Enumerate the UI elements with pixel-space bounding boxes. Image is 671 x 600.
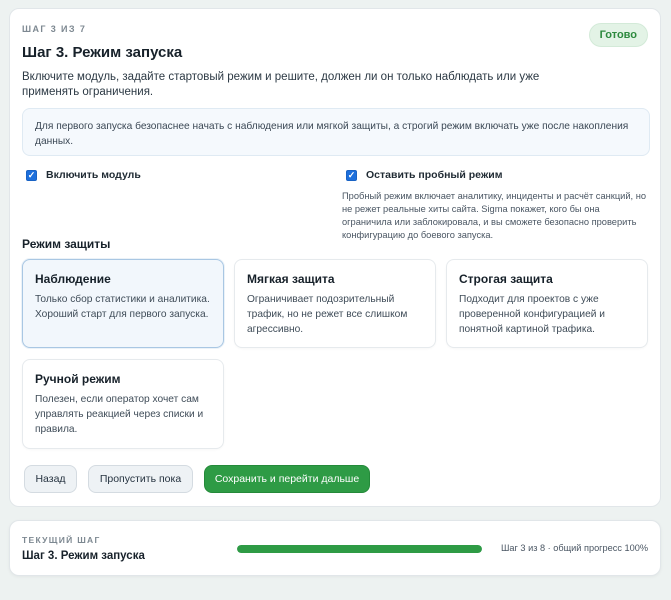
back-button[interactable]: Назад (24, 465, 77, 493)
checkbox-checked-icon[interactable]: ✓ (346, 169, 357, 181)
status-badge: Готово (588, 23, 648, 47)
skip-button[interactable]: Пропустить пока (88, 465, 193, 493)
save-and-continue-button[interactable]: Сохранить и перейти дальше (204, 465, 370, 493)
trial-mode-description: Пробный режим включает аналитику, инциде… (342, 191, 647, 240)
trial-mode-checkbox[interactable]: ✓ Оставить пробный режим (346, 169, 503, 181)
checkbox-checked-icon[interactable]: ✓ (26, 169, 37, 181)
mode-card-strict[interactable]: Строгая защита Подходит для проектов с у… (446, 259, 648, 348)
current-step-title: Шаг 3. Режим запуска (22, 550, 145, 562)
progress-bar-fill (237, 545, 482, 553)
enable-module-checkbox[interactable]: ✓ Включить модуль (26, 169, 141, 181)
mode-card-description: Только сбор статистики и аналитика. Хоро… (35, 294, 210, 320)
mode-card-manual[interactable]: Ручной режим Полезен, если оператор хоче… (22, 359, 224, 449)
mode-card-observation[interactable]: Наблюдение Только сбор статистики и анал… (22, 259, 224, 348)
wizard-step-card: Шаг 3 из 7 Готово Шаг 3. Режим запуска В… (9, 8, 661, 507)
trial-mode-label: Оставить пробный режим (366, 169, 503, 181)
progress-bar (237, 545, 482, 553)
current-step-label: Текущий шаг (22, 535, 101, 545)
mode-card-title: Строгая защита (459, 272, 553, 286)
protection-mode-heading: Режим защиты (22, 237, 111, 251)
step-counter-label: Шаг 3 из 7 (22, 24, 87, 34)
mode-card-description: Подходит для проектов с уже проверенной … (459, 294, 605, 335)
mode-card-title: Наблюдение (35, 272, 111, 286)
step-intro-text: Включите модуль, задайте стартовый режим… (22, 71, 540, 98)
mode-card-soft[interactable]: Мягкая защита Ограничивает подозрительны… (234, 259, 436, 348)
page-title: Шаг 3. Режим запуска (22, 44, 183, 61)
mode-card-description: Ограничивает подозрительный трафик, но н… (247, 294, 408, 335)
info-notice-text: Для первого запуска безопаснее начать с … (35, 121, 629, 147)
enable-module-label: Включить модуль (46, 169, 141, 181)
info-notice: Для первого запуска безопаснее начать с … (22, 108, 650, 156)
mode-card-title: Мягкая защита (247, 272, 335, 286)
current-step-footer: Текущий шаг Шаг 3. Режим запуска Шаг 3 и… (9, 520, 661, 576)
mode-card-title: Ручной режим (35, 372, 121, 386)
progress-text: Шаг 3 из 8 · общий прогресс 100% (500, 543, 648, 553)
mode-card-description: Полезен, если оператор хочет сам управля… (35, 394, 204, 435)
